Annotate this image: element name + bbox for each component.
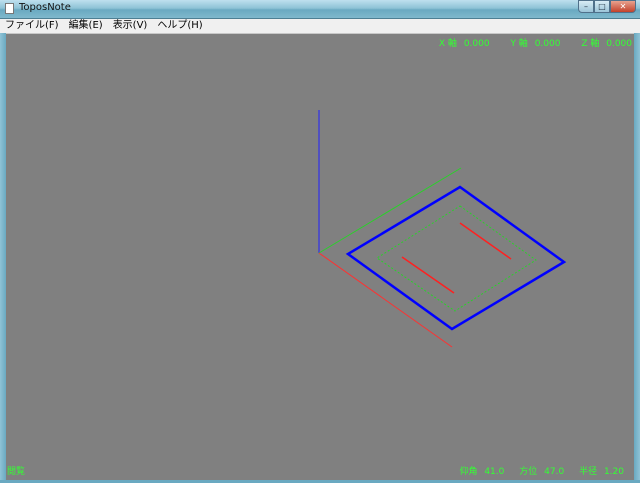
red-segment-upper [459,222,512,260]
menu-file[interactable]: ファイル(F) [0,19,64,33]
x-coord-value: 0.000 [463,39,490,49]
radius-label: 半径 [579,467,598,477]
close-button[interactable]: ✕ [610,0,636,13]
3d-viewport[interactable]: X 軸 0.000 Y 軸 0.000 Z 軸 0.000 閲覧 仰角 41.0… [6,34,634,480]
y-coord-label: Y 軸 [510,39,528,49]
x-coord-label: X 軸 [438,39,457,49]
menu-help[interactable]: ヘルプ(H) [152,19,207,33]
scene-svg [318,110,567,348]
minimize-button[interactable]: – [578,0,594,13]
window-frame-right [634,33,640,483]
radius-value: 1.20 [603,467,624,477]
mode-status: 閲覧 [7,467,26,477]
menu-bar: ファイル(F) 編集(E) 表示(V) ヘルプ(H) [0,19,640,34]
maximize-button[interactable]: □ [594,0,610,13]
y-axis-line [318,167,462,254]
menu-edit[interactable]: 編集(E) [64,19,108,33]
app-icon[interactable] [5,3,14,14]
menu-view[interactable]: 表示(V) [108,19,153,33]
azimuth-label: 方位 [519,467,538,477]
coordinate-readout: X 軸 0.000 Y 軸 0.000 Z 軸 0.000 [429,36,632,49]
app-window: ToposNote – □ ✕ ファイル(F) 編集(E) 表示(V) ヘルプ(… [0,0,640,483]
azimuth-value: 47.0 [544,467,565,477]
z-coord-value: 0.000 [606,39,632,49]
z-coord-label: Z 軸 [581,39,600,49]
red-segment-lower [401,256,455,294]
elevation-label: 仰角 [459,467,478,477]
title-bar[interactable]: ToposNote – □ ✕ [0,0,640,19]
elevation-value: 41.0 [484,467,505,477]
window-title: ToposNote [19,2,71,13]
view-status: 仰角 41.0 方位 47.0 半径 1.20 [449,464,624,477]
x-axis-line [318,252,453,348]
y-coord-value: 0.000 [534,39,561,49]
